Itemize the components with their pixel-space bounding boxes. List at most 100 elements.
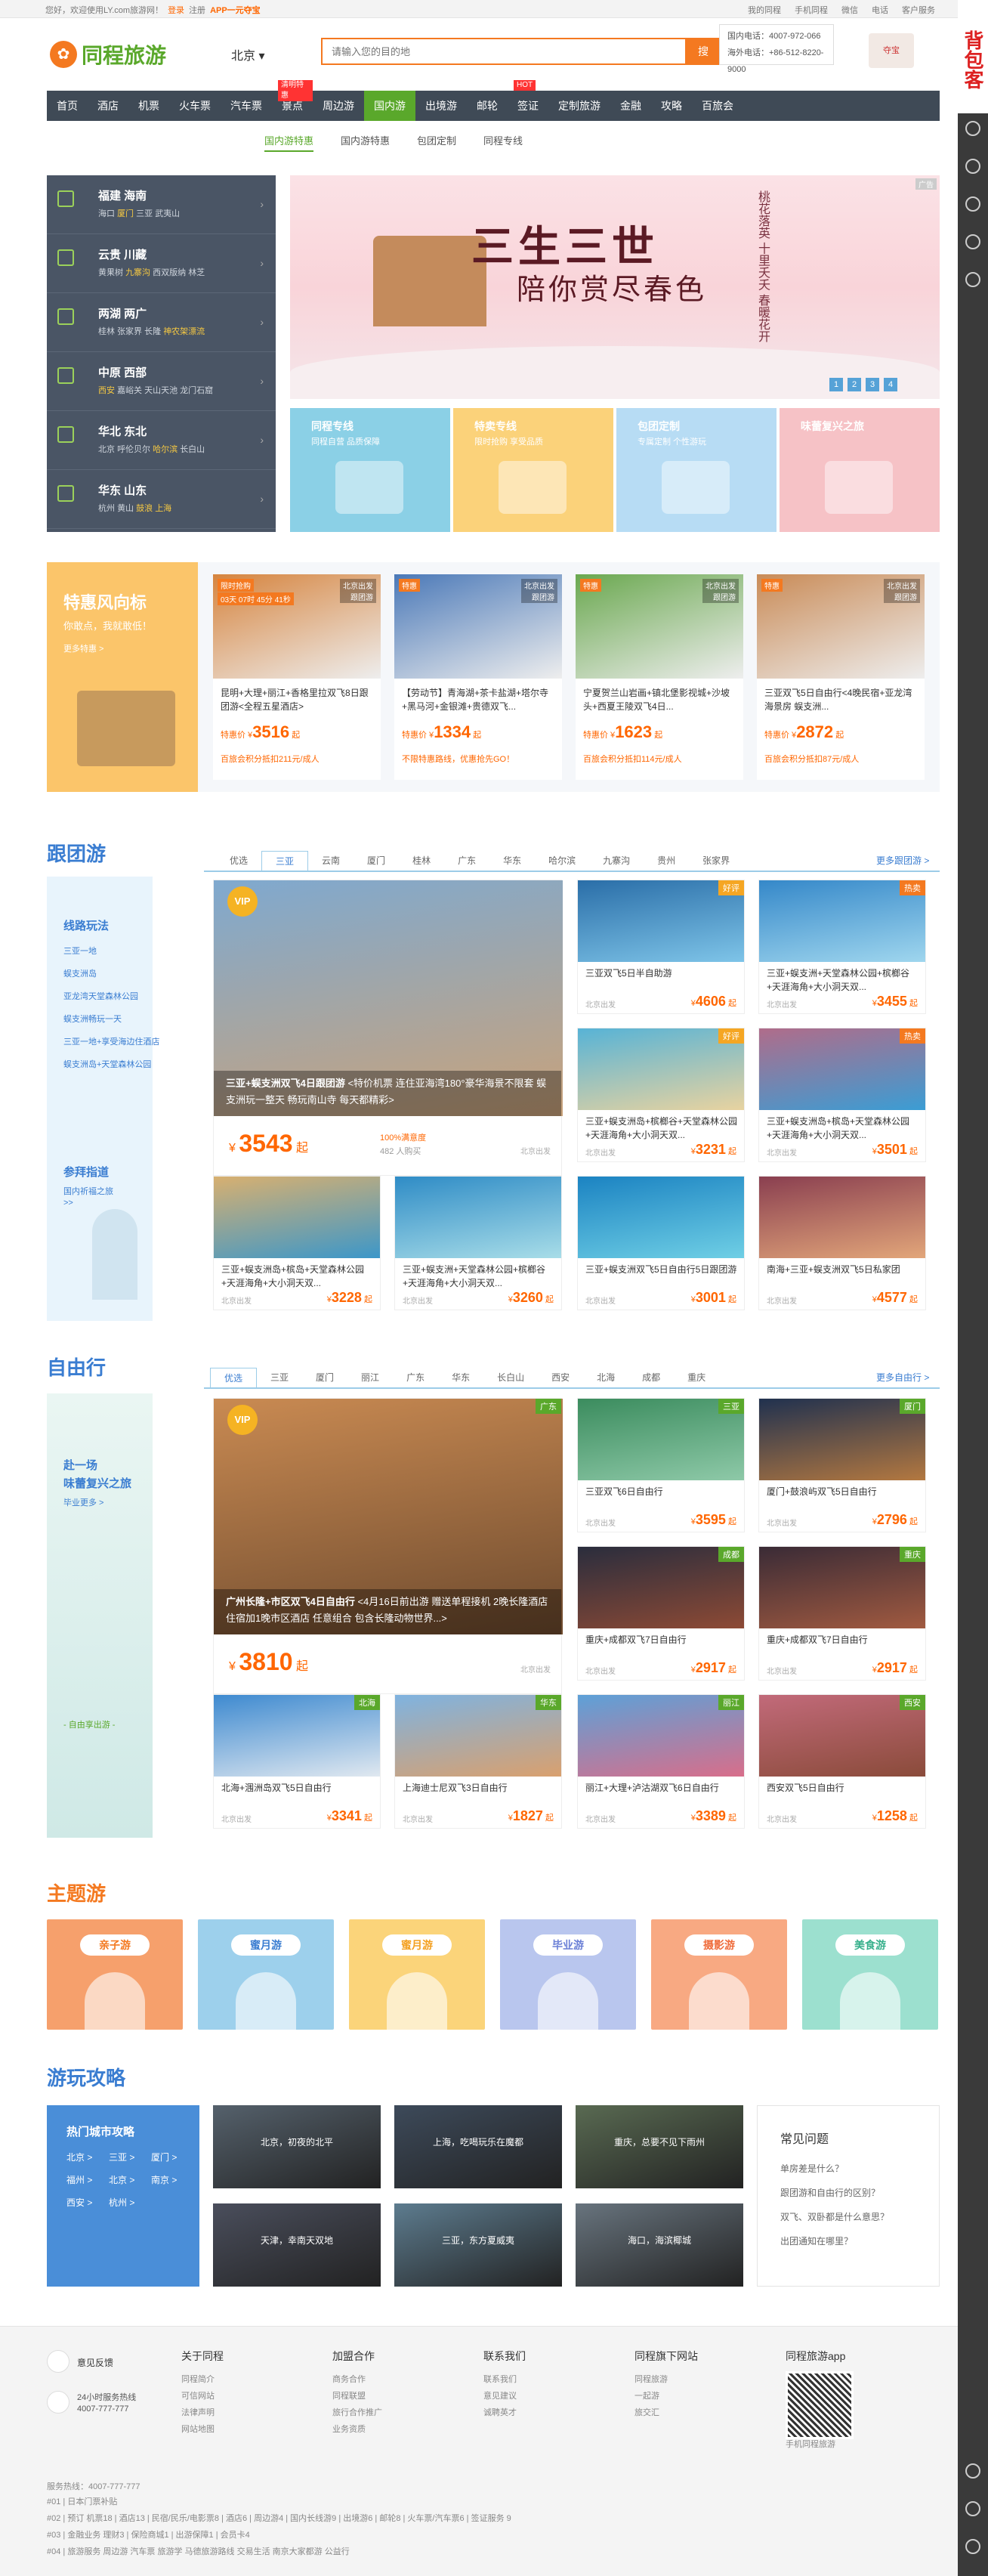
footer-link[interactable]: 诚聘英才 (483, 2404, 526, 2421)
footer-link[interactable]: 可信网站 (181, 2388, 224, 2404)
group-tab[interactable]: 厦门 (354, 851, 399, 871)
nav-item[interactable]: 邮轮 (467, 91, 508, 121)
guide-card[interactable]: 重庆，总要不见下雨州 (576, 2105, 743, 2188)
side-link[interactable]: 蜈支洲岛+天堂森林公园 (63, 1058, 151, 1070)
footer-link[interactable]: 同程简介 (181, 2371, 224, 2388)
footer-link[interactable]: 同程旅游 (634, 2371, 698, 2388)
topbar-link[interactable]: 客户服务 (902, 4, 935, 16)
qr-icon[interactable] (965, 2501, 980, 2516)
nav-item[interactable]: 出境游 (415, 91, 467, 121)
region-city-link[interactable]: 黄果树 (98, 268, 123, 277)
nav-item[interactable]: 火车票 (169, 91, 221, 121)
nav-item[interactable]: 机票 (128, 91, 169, 121)
service-tile[interactable]: 包团定制 专属定制 个性游玩 (616, 408, 777, 532)
topbar-link[interactable]: 微信 (841, 4, 858, 16)
product-card[interactable]: 南海+三亚+蜈支洲双飞5日私家团 北京出发 ¥4577 起 (758, 1176, 926, 1310)
footer-link[interactable]: 商务合作 (332, 2371, 382, 2388)
product-card[interactable]: 厦门 厦门+鼓浪屿双飞5日自由行 北京出发 ¥2796 起 (758, 1398, 926, 1532)
theme-card[interactable]: 美食游 (802, 1919, 938, 2030)
region-item[interactable]: 中原 西部 西安 嘉峪关 天山天池 龙门石窟 › (47, 352, 276, 411)
region-city-link[interactable]: 北京 (98, 445, 115, 454)
group-tab[interactable]: 优选 (216, 851, 261, 871)
region-city-link[interactable]: 厦门 (117, 209, 134, 218)
topbar-link[interactable]: 我的同程 (748, 4, 781, 16)
group-tab[interactable]: 广东 (444, 851, 489, 871)
deal-card[interactable]: 特惠 北京出发 跟团游 三亚双飞5日自由行<4晚民宿+亚龙湾海景房 蜈支洲... 特惠… (757, 574, 925, 780)
product-card[interactable]: 热卖 三亚+蜈支洲+天堂森林公园+槟榔谷+天涯海角+大小洞天双... 北京出发 ¥34… (758, 880, 926, 1014)
register-link[interactable]: 注册 (189, 4, 205, 16)
guide-card[interactable]: 海口，海滨椰城 (576, 2203, 743, 2287)
free-tab[interactable]: 成都 (628, 1368, 674, 1387)
free-tab[interactable]: 优选 (210, 1368, 258, 1387)
hot-city-link[interactable]: 福州 > (66, 2173, 92, 2186)
free-tab[interactable]: 北海 (583, 1368, 628, 1387)
nav-item[interactable]: 周边游 (313, 91, 364, 121)
hot-city-link[interactable]: 北京 > (66, 2151, 92, 2163)
group-tab[interactable]: 桂林 (399, 851, 444, 871)
region-city-link[interactable]: 龙门石窟 (180, 386, 213, 395)
product-card[interactable]: 北海 北海+涠洲岛双飞5日自由行 北京出发 ¥3341 起 (213, 1694, 381, 1829)
region-item[interactable]: 福建 海南 海口 厦门 三亚 武夷山 › (47, 175, 276, 234)
theme-card[interactable]: 蜜月游 (198, 1919, 334, 2030)
nav-item[interactable]: 汽车票 (221, 91, 272, 121)
footer-link[interactable]: 业务资质 (332, 2421, 382, 2438)
guide-card[interactable]: 天津，幸南天双地 (213, 2203, 381, 2287)
promo-badge[interactable]: 夺宝 (869, 33, 914, 68)
product-card[interactable]: 重庆 重庆+成都双飞7日自由行 北京出发 ¥2917 起 (758, 1546, 926, 1681)
region-city-link[interactable]: 西双版纳 (153, 268, 186, 277)
faq-item[interactable]: 双飞、双卧都是什么意思？ (780, 2210, 889, 2223)
hot-city-link[interactable]: 三亚 > (109, 2151, 134, 2163)
featured-product[interactable]: VIP 广东 广州长隆+市区双飞4日自由行 <4月16日前出游 赠送单程接机 2晚长… (213, 1398, 563, 1694)
region-city-link[interactable]: 九寨沟 (125, 268, 150, 277)
region-city-link[interactable]: 鼓浪 (136, 504, 153, 513)
nav-item[interactable]: 国内游 (364, 91, 415, 121)
side-link[interactable]: 国内祈福之旅 (63, 1185, 113, 1197)
hot-city-link[interactable]: 西安 > (66, 2196, 92, 2209)
theme-card[interactable]: 亲子游 (47, 1919, 183, 2030)
footer-link[interactable]: 法律声明 (181, 2404, 224, 2421)
free-tab[interactable]: 丽江 (347, 1368, 393, 1387)
group-more-link[interactable]: 更多跟团游 > (876, 854, 929, 867)
featured-product[interactable]: VIP 三亚+蜈支洲双飞4日跟团游 <特价机票 连住亚海湾180°豪华海景不限套 … (213, 880, 563, 1176)
topbar-link[interactable]: 电话 (872, 4, 888, 16)
side-link[interactable]: 蜈支洲畅玩一天 (63, 1013, 122, 1025)
group-tab[interactable]: 哈尔滨 (535, 851, 589, 871)
footer-link[interactable]: 同程联盟 (332, 2388, 382, 2404)
subnav-item[interactable]: 国内游特惠 (341, 133, 390, 152)
banner-page-dot[interactable]: 3 (866, 378, 879, 391)
region-city-link[interactable]: 长隆 (144, 327, 161, 336)
product-card[interactable]: 西安 西安双飞5日自由行 北京出发 ¥1258 起 (758, 1694, 926, 1829)
footer-link[interactable]: 网站地图 (181, 2421, 224, 2438)
group-tab[interactable]: 华东 (489, 851, 535, 871)
group-tab[interactable]: 张家界 (689, 851, 743, 871)
hot-city-link[interactable]: 北京 > (109, 2173, 134, 2186)
banner-page-dot[interactable]: 4 (884, 378, 897, 391)
topbar-link[interactable]: 手机同程 (795, 4, 828, 16)
group-tab[interactable]: 云南 (308, 851, 354, 871)
region-city-link[interactable]: 上海 (155, 504, 171, 513)
theme-card[interactable]: 蜜月游 (349, 1919, 485, 2030)
region-city-link[interactable]: 三亚 (136, 209, 153, 218)
region-item[interactable]: 两湖 两广 桂林 张家界 长隆 神农架漂流 › (47, 293, 276, 352)
theme-card[interactable]: 毕业游 (500, 1919, 636, 2030)
side-link[interactable]: 蜈支洲岛 (63, 967, 97, 979)
theme-card[interactable]: 摄影游 (651, 1919, 787, 2030)
product-card[interactable]: 热卖 三亚+蜈支洲岛+槟岛+天堂森林公园+天涯海角+大小洞天双... 北京出发 ¥35… (758, 1028, 926, 1162)
free-more-link[interactable]: 更多自由行 > (876, 1371, 929, 1384)
footer-link[interactable]: 手机同程旅游 (786, 2436, 845, 2453)
region-city-link[interactable]: 天山天池 (144, 386, 178, 395)
side-link[interactable]: 三亚一地 (63, 945, 97, 957)
footer-link[interactable]: 旅交汇 (634, 2404, 698, 2421)
service-tile[interactable]: 同程专线 同程自营 品质保障 (290, 408, 450, 532)
faq-item[interactable]: 跟团游和自由行的区别？ (780, 2186, 880, 2199)
footer-link[interactable]: 旅行合作推广 (332, 2404, 382, 2421)
site-logo[interactable]: ✿ 同程旅游 (50, 39, 166, 70)
product-card[interactable]: 三亚+蜈支洲双飞5日自由行5日跟团游 北京出发 ¥3001 起 (577, 1176, 745, 1310)
nav-item[interactable]: 金融 (610, 91, 651, 121)
deal-card[interactable]: 特惠 北京出发 跟团游 宁夏贺兰山岩画+镇北堡影视城+沙坡头+西夏王陵双飞4日...… (576, 574, 743, 780)
service-tile[interactable]: 味蕾复兴之旅 (780, 408, 940, 532)
deal-side-panel[interactable]: 特惠风向标 你敢点，我就敢低！ 更多特惠 > (47, 562, 198, 792)
region-city-link[interactable]: 武夷山 (155, 209, 180, 218)
free-tab[interactable]: 西安 (538, 1368, 583, 1387)
nav-item[interactable]: 百旅会 (692, 91, 743, 121)
